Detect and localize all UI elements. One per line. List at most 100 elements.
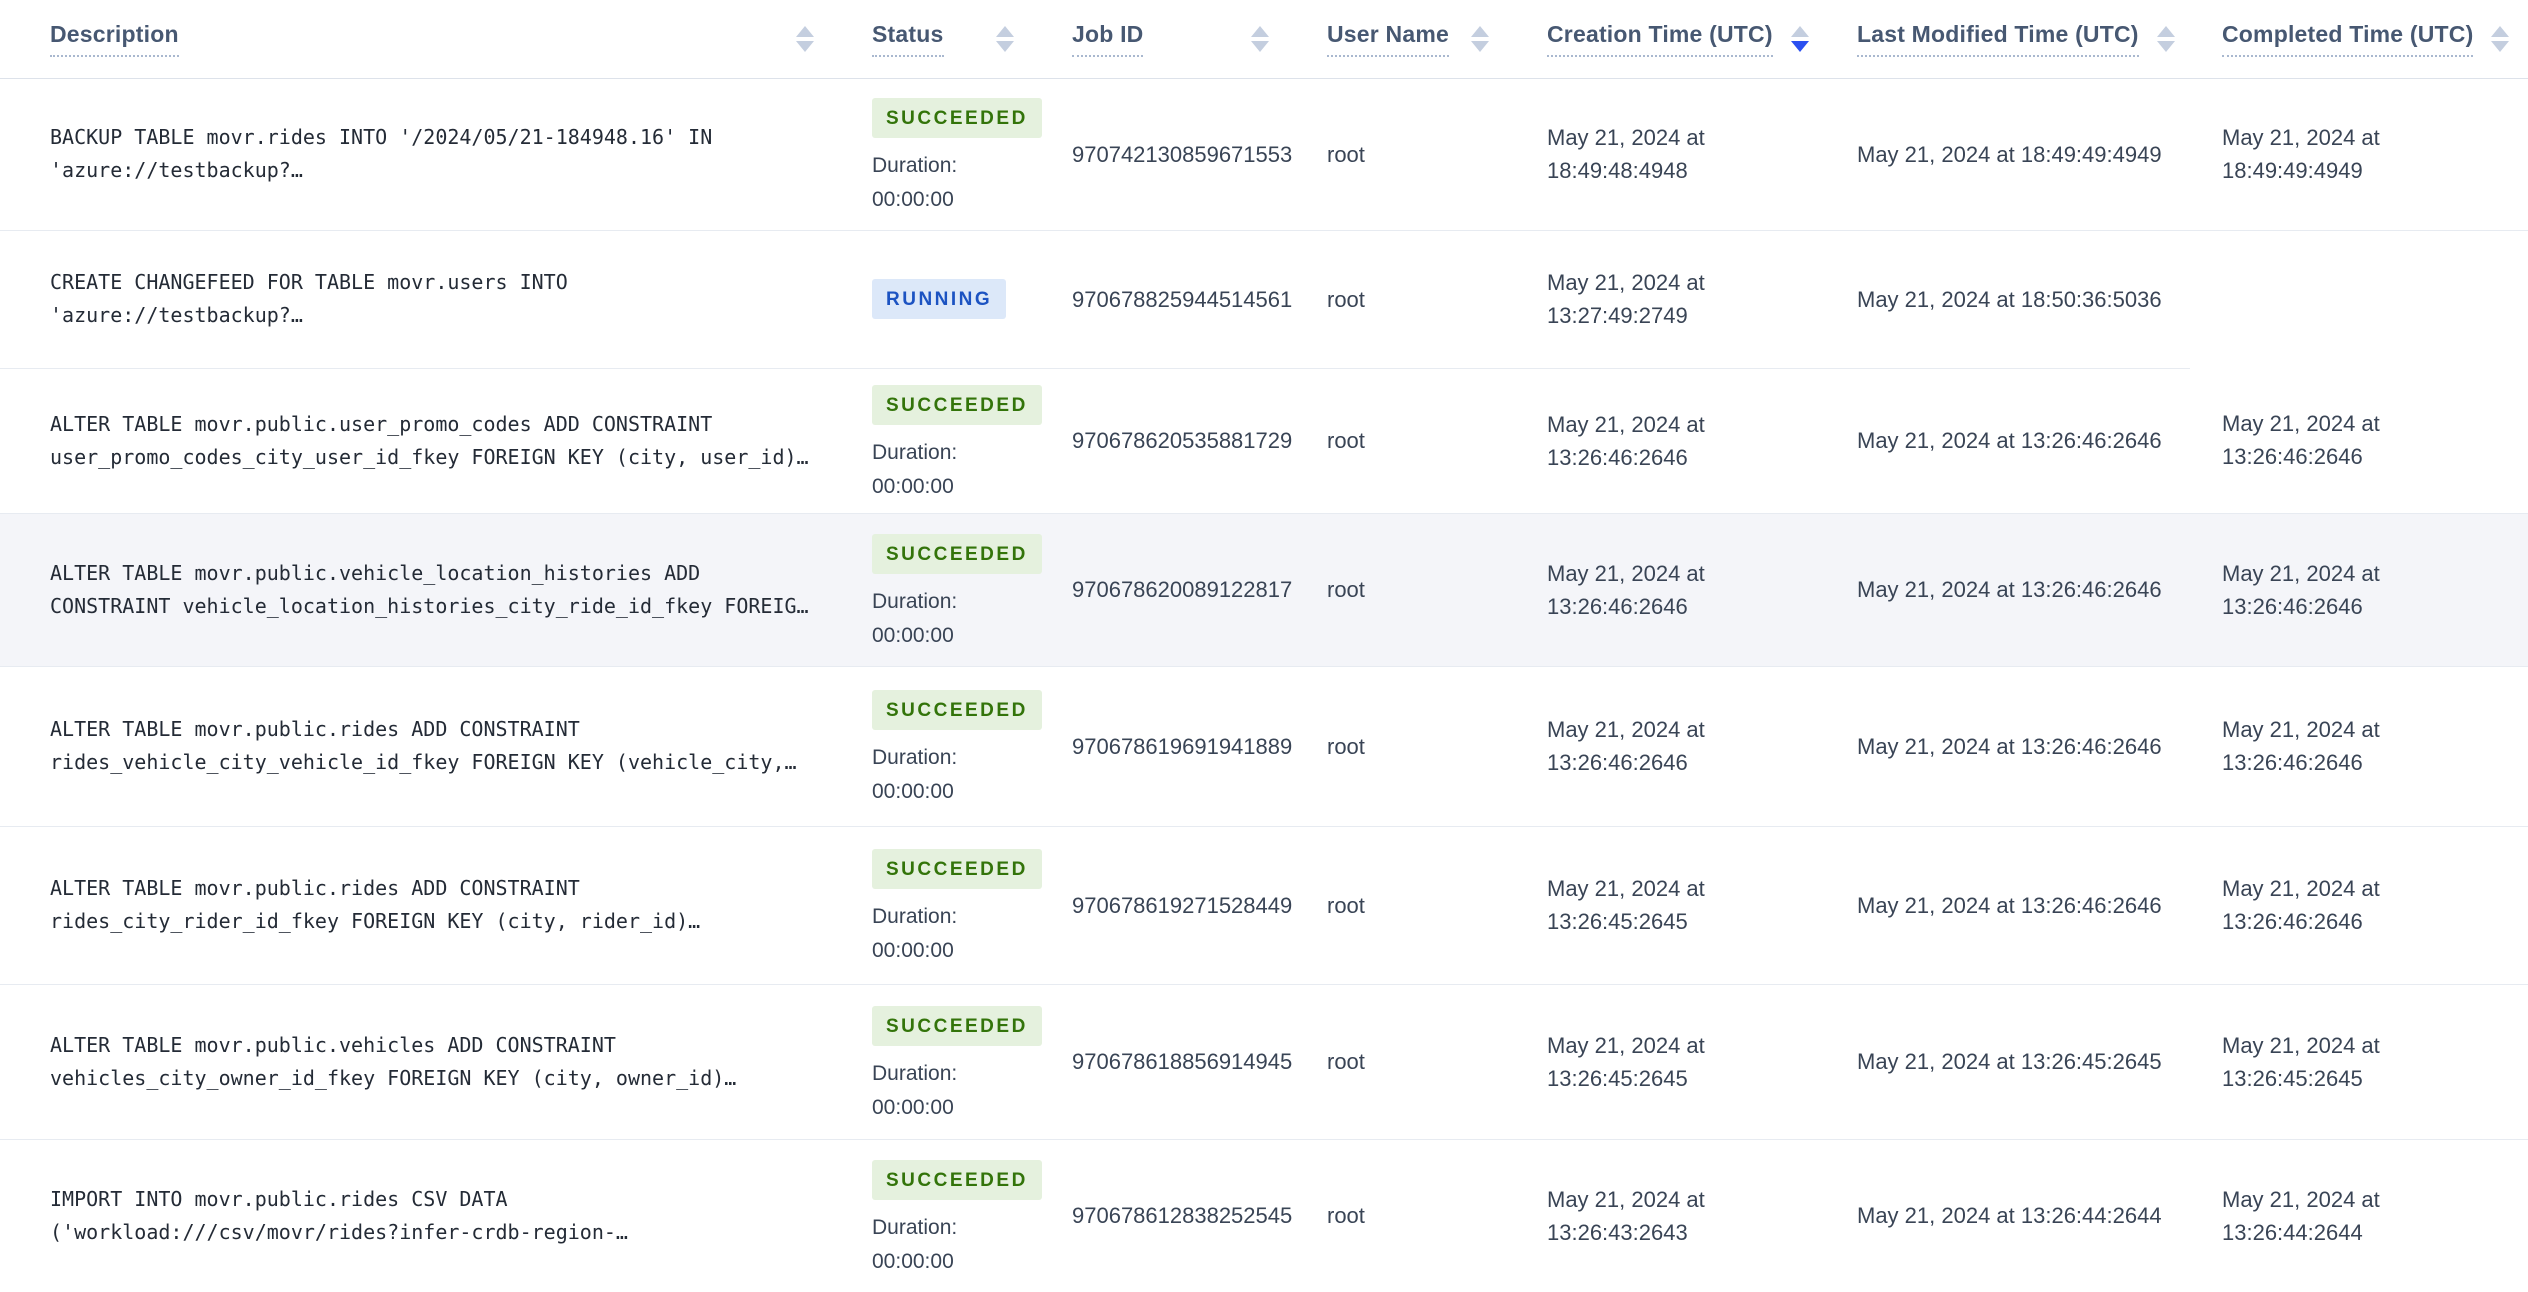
table-row: ALTER TABLE movr.public.user_promo_codes… bbox=[0, 368, 2528, 514]
sort-desc-icon bbox=[1471, 40, 1489, 52]
column-header-completed-time[interactable]: Completed Time (UTC) bbox=[2190, 0, 2528, 79]
duration-value: 00:00:00 bbox=[872, 939, 954, 962]
completed-time-cell: May 21, 2024 at 13:26:46:2646 bbox=[2190, 666, 2528, 827]
description-cell[interactable]: ALTER TABLE movr.public.vehicle_location… bbox=[0, 513, 840, 667]
description-line-1: ALTER TABLE movr.public.rides ADD CONSTR… bbox=[50, 876, 580, 900]
table-row: ALTER TABLE movr.public.vehicle_location… bbox=[0, 513, 2528, 667]
last-modified-time-cell: May 21, 2024 at 13:26:46:2646 bbox=[1825, 826, 2190, 985]
duration-value: 00:00:00 bbox=[872, 623, 954, 647]
column-header-description[interactable]: Description bbox=[0, 0, 840, 79]
description-cell[interactable]: ALTER TABLE movr.public.vehicles ADD CON… bbox=[0, 984, 840, 1140]
job-id-cell: 970742130859671553 bbox=[1040, 78, 1295, 231]
status-cell: SUCCEEDED Duration: 00:00:00 bbox=[840, 666, 1042, 827]
description-line-1: ALTER TABLE movr.public.vehicle_location… bbox=[50, 560, 701, 585]
completed-time-cell: May 21, 2024 at 13:26:45:2645 bbox=[2190, 984, 2528, 1140]
sort-asc-icon bbox=[2156, 25, 2175, 37]
user-name-cell: root bbox=[1295, 666, 1515, 827]
status-cell: SUCCEEDED Duration: 00:00:00 bbox=[840, 1139, 1042, 1292]
column-label-completed-time: Completed Time (UTC) bbox=[2222, 21, 2474, 57]
status-cell: SUCCEEDED Duration: 00:00:00 bbox=[840, 984, 1042, 1140]
sort-icon[interactable] bbox=[1251, 25, 1269, 52]
sort-asc-icon bbox=[1790, 25, 1809, 37]
description-line-2: CONSTRAINT vehicle_location_histories_ci… bbox=[50, 593, 809, 618]
column-label-last-modified-time: Last Modified Time (UTC) bbox=[1857, 21, 2139, 57]
description-cell[interactable]: ALTER TABLE movr.public.rides ADD CONSTR… bbox=[0, 666, 840, 827]
creation-time-cell: May 21, 2024 at 13:26:46:2646 bbox=[1515, 513, 1825, 667]
last-modified-time-cell: May 21, 2024 at 13:26:46:2646 bbox=[1825, 513, 2190, 667]
column-label-status: Status bbox=[872, 21, 944, 57]
description-cell[interactable]: CREATE CHANGEFEED FOR TABLE movr.users I… bbox=[0, 230, 840, 369]
status-badge: SUCCEEDED bbox=[872, 1005, 1042, 1046]
status-badge: SUCCEEDED bbox=[872, 1159, 1042, 1200]
duration-label: Duration: bbox=[872, 1061, 958, 1085]
job-id-cell: 970678618856914945 bbox=[1040, 984, 1295, 1140]
sort-asc-icon bbox=[796, 25, 814, 37]
column-label-description: Description bbox=[50, 21, 179, 57]
status-badge: RUNNING bbox=[872, 279, 1007, 319]
table-row: ALTER TABLE movr.public.vehicles ADD CON… bbox=[0, 984, 2528, 1140]
status-cell: SUCCEEDED Duration: 00:00:00 bbox=[840, 78, 1042, 231]
sort-asc-icon bbox=[1251, 25, 1269, 37]
jobs-table: Description Status Job ID User Name Crea… bbox=[0, 0, 2528, 1292]
status-cell: SUCCEEDED Duration: 00:00:00 bbox=[840, 826, 1042, 985]
status-badge: SUCCEEDED bbox=[872, 98, 1042, 138]
duration-value: 00:00:00 bbox=[872, 474, 954, 498]
creation-time-cell: May 21, 2024 at 13:26:45:2645 bbox=[1515, 826, 1825, 985]
completed-time-cell: May 21, 2024 at 13:26:46:2646 bbox=[2190, 513, 2528, 667]
creation-time-cell: May 21, 2024 at 13:26:43:2643 bbox=[1515, 1139, 1825, 1292]
creation-time-cell: May 21, 2024 at 13:26:45:2645 bbox=[1515, 984, 1825, 1140]
sort-icon[interactable] bbox=[996, 25, 1014, 52]
duration-value: 00:00:00 bbox=[872, 188, 954, 211]
sort-icon[interactable] bbox=[1790, 25, 1809, 52]
description-line-2: rides_vehicle_city_vehicle_id_fkey FOREI… bbox=[50, 750, 797, 774]
user-name-cell: root bbox=[1295, 368, 1515, 514]
table-body: BACKUP TABLE movr.rides INTO '/2024/05/2… bbox=[0, 78, 2528, 1292]
completed-time-cell: May 21, 2024 at 13:26:44:2644 bbox=[2190, 1139, 2528, 1292]
description-cell[interactable]: ALTER TABLE movr.public.rides ADD CONSTR… bbox=[0, 826, 840, 985]
user-name-cell: root bbox=[1295, 513, 1515, 667]
description-line-2: rides_city_rider_id_fkey FOREIGN KEY (ci… bbox=[50, 909, 701, 933]
column-header-status[interactable]: Status bbox=[840, 0, 1040, 79]
last-modified-time-cell: May 21, 2024 at 18:49:49:4949 bbox=[1825, 78, 2190, 231]
description-line-1: ALTER TABLE movr.public.user_promo_codes… bbox=[50, 411, 713, 436]
last-modified-time-cell: May 21, 2024 at 13:26:45:2645 bbox=[1825, 984, 2190, 1140]
description-cell[interactable]: ALTER TABLE movr.public.user_promo_codes… bbox=[0, 368, 840, 514]
description-line-2: user_promo_codes_city_user_id_fkey FOREI… bbox=[50, 444, 809, 469]
table-row: IMPORT INTO movr.public.rides CSV DATA (… bbox=[0, 1139, 2528, 1292]
duration-label: Duration: bbox=[872, 154, 958, 177]
status-badge: SUCCEEDED bbox=[872, 849, 1042, 889]
duration-value: 00:00:00 bbox=[872, 1095, 954, 1119]
description-line-1: IMPORT INTO movr.public.rides CSV DATA bbox=[50, 1186, 508, 1211]
duration-label: Duration: bbox=[872, 440, 958, 464]
duration-label: Duration: bbox=[872, 589, 958, 613]
column-label-creation-time: Creation Time (UTC) bbox=[1547, 21, 1773, 57]
job-id-cell: 970678612838252545 bbox=[1040, 1139, 1295, 1292]
job-id-cell: 970678620535881729 bbox=[1040, 368, 1295, 514]
duration-label: Duration: bbox=[872, 746, 958, 769]
table-row: ALTER TABLE movr.public.rides ADD CONSTR… bbox=[0, 826, 2528, 985]
sort-icon[interactable] bbox=[2491, 25, 2510, 52]
column-header-user-name[interactable]: User Name bbox=[1295, 0, 1515, 79]
status-badge: SUCCEEDED bbox=[872, 533, 1042, 574]
description-line-1: CREATE CHANGEFEED FOR TABLE movr.users I… bbox=[50, 270, 568, 294]
description-line-1: BACKUP TABLE movr.rides INTO '/2024/05/2… bbox=[50, 125, 713, 149]
column-header-job-id[interactable]: Job ID bbox=[1040, 0, 1295, 79]
user-name-cell: root bbox=[1295, 1139, 1515, 1292]
duration-value: 00:00:00 bbox=[872, 780, 954, 803]
last-modified-time-cell: May 21, 2024 at 13:26:46:2646 bbox=[1825, 368, 2190, 514]
column-header-last-modified-time[interactable]: Last Modified Time (UTC) bbox=[1825, 0, 2190, 79]
completed-time-cell: May 21, 2024 at 18:49:49:4949 bbox=[2190, 78, 2528, 231]
completed-time-cell: May 21, 2024 at 13:26:46:2646 bbox=[2190, 368, 2528, 514]
creation-time-cell: May 21, 2024 at 13:27:49:2749 bbox=[1515, 230, 1825, 369]
sort-asc-icon bbox=[2491, 25, 2510, 37]
sort-icon[interactable] bbox=[2156, 25, 2175, 52]
creation-time-cell: May 21, 2024 at 13:26:46:2646 bbox=[1515, 368, 1825, 514]
sort-icon[interactable] bbox=[1471, 25, 1489, 52]
table-row: BACKUP TABLE movr.rides INTO '/2024/05/2… bbox=[0, 78, 2528, 231]
description-line-2: 'azure://testbackup?… bbox=[50, 303, 303, 327]
column-header-creation-time[interactable]: Creation Time (UTC) bbox=[1515, 0, 1825, 79]
description-cell[interactable]: BACKUP TABLE movr.rides INTO '/2024/05/2… bbox=[0, 78, 840, 231]
creation-time-cell: May 21, 2024 at 13:26:46:2646 bbox=[1515, 666, 1825, 827]
description-cell[interactable]: IMPORT INTO movr.public.rides CSV DATA (… bbox=[0, 1139, 840, 1292]
sort-icon[interactable] bbox=[796, 25, 814, 52]
